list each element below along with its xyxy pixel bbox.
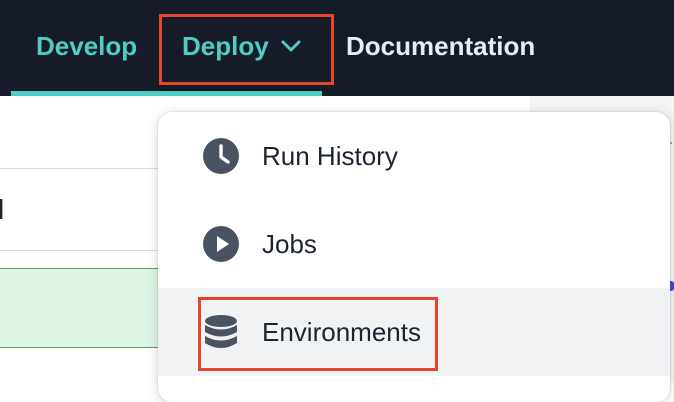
success-row: [0, 268, 160, 348]
chevron-down-icon: [281, 40, 301, 52]
database-icon: [205, 315, 237, 348]
nav-deploy-label: Deploy: [182, 31, 269, 61]
menu-item-environments[interactable]: Environments: [158, 288, 670, 376]
menu-item-jobs[interactable]: Jobs: [158, 200, 670, 288]
deploy-dropdown-menu: Run History Jobs Environments: [158, 112, 670, 402]
clock-icon: [203, 138, 239, 174]
menu-item-label: Jobs: [262, 229, 317, 259]
active-tab-indicator: [11, 91, 322, 96]
divider: [0, 168, 160, 169]
nav-develop[interactable]: Develop: [36, 28, 137, 64]
menu-item-label: Environments: [262, 317, 421, 347]
menu-item-run-history[interactable]: Run History: [158, 112, 670, 200]
top-navigation: Develop Deploy Documentation: [0, 0, 674, 96]
nav-deploy[interactable]: Deploy: [182, 28, 303, 64]
nav-documentation[interactable]: Documentation: [346, 28, 535, 64]
menu-item-label: Run History: [262, 141, 398, 171]
play-icon: [203, 226, 239, 262]
divider: [0, 250, 160, 251]
truncated-text: l: [0, 194, 5, 225]
